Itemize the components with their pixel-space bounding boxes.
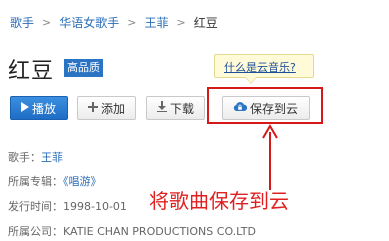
- add-button[interactable]: 添加: [77, 96, 136, 120]
- breadcrumb-artist[interactable]: 王菲: [144, 14, 168, 31]
- download-icon: [157, 101, 167, 115]
- download-label: 下载: [170, 101, 195, 116]
- play-label: 播放: [32, 101, 57, 116]
- play-icon: [21, 101, 29, 115]
- play-button[interactable]: 播放: [10, 96, 68, 120]
- song-title: 红豆: [8, 59, 55, 84]
- album-link[interactable]: 《唱游》: [63, 175, 102, 188]
- release-date: 1998-10-01: [63, 200, 127, 213]
- add-label: 添加: [101, 101, 126, 116]
- breadcrumb-chinese-female-singers[interactable]: 华语女歌手: [59, 14, 119, 31]
- annotation-caption: 将歌曲保存到云: [149, 189, 289, 213]
- download-button[interactable]: 下载: [146, 96, 205, 120]
- singer-row: 歌手：王菲: [8, 146, 63, 165]
- breadcrumb-separator: >: [176, 16, 186, 29]
- album-label: 所属专辑：: [8, 175, 63, 188]
- breadcrumb-current: 红豆: [193, 16, 218, 30]
- company-name: KATIE CHAN PRODUCTIONS CO.LTD: [63, 225, 256, 238]
- what-is-cloud-music-link[interactable]: 什么是云音乐?: [224, 59, 296, 75]
- plus-icon: [88, 101, 98, 115]
- breadcrumb: 歌手 > 华语女歌手 > 王菲 > 红豆: [10, 14, 218, 31]
- breadcrumb-separator: >: [127, 16, 137, 29]
- breadcrumb-singers[interactable]: 歌手: [10, 14, 34, 31]
- tooltip-arrow-inner: [246, 77, 256, 83]
- release-label: 发行时间：: [8, 200, 63, 213]
- annotation-arrow: [262, 124, 278, 190]
- release-row: 发行时间：1998-10-01: [8, 195, 127, 214]
- company-row: 所属公司：KATIE CHAN PRODUCTIONS CO.LTD: [8, 220, 256, 239]
- high-quality-badge: 高品质: [64, 59, 103, 77]
- highlight-box: [207, 87, 323, 124]
- singer-label: 歌手：: [8, 151, 41, 164]
- cloud-music-tooltip: 什么是云音乐?: [214, 54, 314, 84]
- singer-link[interactable]: 王菲: [41, 151, 63, 164]
- album-row: 所属专辑：《唱游》: [8, 170, 102, 189]
- company-label: 所属公司：: [8, 225, 63, 238]
- breadcrumb-separator: >: [42, 16, 52, 29]
